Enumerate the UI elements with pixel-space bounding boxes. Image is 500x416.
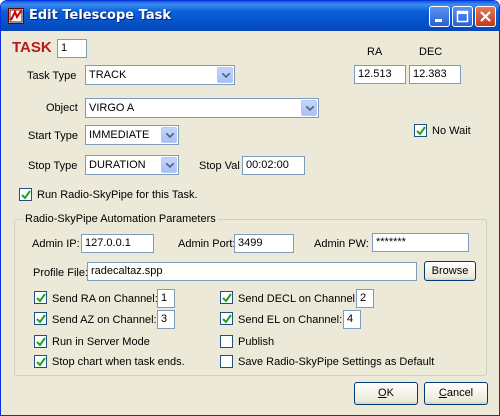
- task-type-select[interactable]: TRACK: [85, 65, 235, 85]
- task-type-label: Task Type: [27, 70, 77, 82]
- automation-group-label: Radio-SkyPipe Automation Parameters: [23, 213, 218, 225]
- send-ra-label: Send RA on Channel:: [52, 293, 158, 305]
- start-type-label: Start Type: [28, 130, 78, 142]
- profile-file-field[interactable]: radecaltaz.spp: [87, 262, 417, 281]
- chevron-down-icon[interactable]: [161, 157, 177, 173]
- admin-ip-field[interactable]: 127.0.0.1: [81, 234, 154, 253]
- task-type-value: TRACK: [89, 69, 127, 81]
- stop-val-label: Stop Val: [199, 160, 240, 172]
- start-type-select[interactable]: IMMEDIATE: [85, 125, 179, 145]
- cancel-button[interactable]: Cancel: [424, 382, 488, 405]
- admin-pw-label: Admin PW:: [314, 238, 369, 250]
- ra-field[interactable]: 12.513: [354, 65, 406, 84]
- send-el-label: Send EL on Channel:: [238, 314, 343, 326]
- send-ra-channel-field[interactable]: 1: [157, 289, 175, 308]
- browse-button[interactable]: Browse: [424, 261, 476, 281]
- send-decl-checkbox[interactable]: [220, 291, 233, 304]
- run-skypipe-label: Run Radio-SkyPipe for this Task.: [37, 189, 198, 201]
- run-skypipe-checkbox[interactable]: [19, 188, 32, 201]
- edit-telescope-task-dialog: Edit Telescope Task TASK 1 RA DEC 12.513…: [0, 0, 500, 416]
- window-title: Edit Telescope Task: [29, 8, 171, 23]
- send-el-channel-field[interactable]: 4: [343, 310, 361, 329]
- ra-label: RA: [367, 46, 383, 58]
- server-mode-checkbox[interactable]: [34, 335, 47, 348]
- publish-label: Publish: [238, 336, 275, 348]
- send-ra-checkbox[interactable]: [34, 291, 47, 304]
- send-decl-label: Send DECL on Channel:: [238, 293, 359, 305]
- send-decl-channel-field[interactable]: 2: [356, 289, 374, 308]
- start-type-value: IMMEDIATE: [89, 129, 150, 141]
- title-bar[interactable]: Edit Telescope Task: [1, 1, 499, 31]
- stop-val-field[interactable]: 00:02:00: [242, 156, 305, 175]
- no-wait-checkbox[interactable]: [414, 124, 427, 137]
- admin-port-label: Admin Port:: [178, 238, 236, 250]
- publish-checkbox[interactable]: [220, 335, 233, 348]
- cancel-mnemonic: C: [438, 387, 447, 399]
- save-default-checkbox[interactable]: [220, 355, 233, 368]
- admin-pw-field[interactable]: *******: [372, 233, 469, 252]
- profile-file-label: Profile File:: [33, 267, 89, 279]
- close-button[interactable]: [475, 6, 496, 27]
- object-label: Object: [46, 102, 78, 114]
- save-default-label: Save Radio-SkyPipe Settings as Default: [238, 356, 435, 368]
- task-label: TASK: [12, 39, 52, 56]
- send-az-checkbox[interactable]: [34, 312, 47, 325]
- ok-mnemonic: O: [378, 387, 387, 399]
- maximize-button[interactable]: [452, 6, 473, 27]
- object-select[interactable]: VIRGO A: [85, 98, 319, 118]
- no-wait-label: No Wait: [432, 125, 471, 137]
- stop-chart-checkbox[interactable]: [34, 355, 47, 368]
- stop-type-select[interactable]: DURATION: [85, 155, 179, 175]
- dec-label: DEC: [419, 46, 443, 58]
- minimize-button[interactable]: [429, 6, 450, 27]
- send-az-label: Send AZ on Channel:: [52, 314, 157, 326]
- chevron-down-icon[interactable]: [217, 67, 233, 83]
- stop-type-label: Stop Type: [28, 160, 78, 172]
- stop-chart-label: Stop chart when task ends.: [52, 356, 185, 368]
- ok-button[interactable]: OK: [354, 382, 418, 405]
- app-icon: [8, 8, 24, 24]
- admin-ip-label: Admin IP:: [32, 238, 80, 250]
- admin-port-field[interactable]: 3499: [234, 234, 294, 253]
- ok-label-rest: K: [386, 387, 394, 399]
- server-mode-label: Run in Server Mode: [52, 336, 150, 348]
- send-az-channel-field[interactable]: 3: [157, 310, 175, 329]
- stop-type-value: DURATION: [89, 159, 146, 171]
- task-number-field[interactable]: 1: [57, 39, 87, 58]
- cancel-label-rest: ancel: [446, 387, 474, 399]
- chevron-down-icon[interactable]: [161, 127, 177, 143]
- send-el-checkbox[interactable]: [220, 312, 233, 325]
- dec-field[interactable]: 12.383: [409, 65, 461, 84]
- chevron-down-icon[interactable]: [301, 100, 317, 116]
- object-value: VIRGO A: [89, 102, 135, 114]
